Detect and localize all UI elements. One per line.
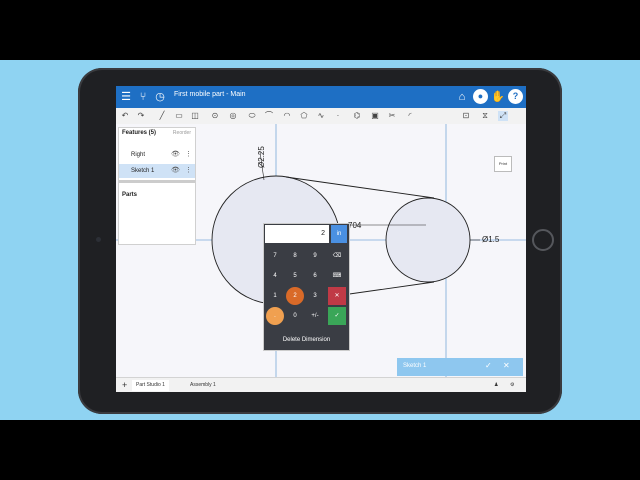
undo-icon[interactable]: ↶	[120, 111, 130, 121]
key-4[interactable]: 4	[266, 267, 284, 285]
left-diameter-label: Ø2.25	[257, 146, 266, 168]
backspace-icon[interactable]: ⌫	[328, 247, 346, 265]
dimension-input[interactable]: 2	[265, 225, 329, 243]
reorder-button[interactable]: Reorder	[173, 130, 191, 136]
more-options-icon[interactable]: ⋮	[185, 164, 192, 178]
history-icon[interactable]: ◷	[153, 90, 167, 104]
accept-sketch-icon[interactable]: ✓	[485, 361, 492, 370]
eye-icon[interactable]: 👁	[171, 164, 180, 178]
eye-icon[interactable]: 👁	[171, 148, 180, 162]
sketch-edit-bar: Sketch 1 ✓ ✕	[397, 358, 523, 376]
redo-icon[interactable]: ↷	[136, 111, 146, 121]
more-options-icon[interactable]: ⋮	[185, 148, 192, 162]
ellipse-icon[interactable]: ⬭	[247, 111, 257, 121]
expand-icon[interactable]: ⤢	[498, 111, 508, 121]
polygon-icon[interactable]: ⬠	[299, 111, 309, 121]
help-icon[interactable]: ?	[508, 89, 523, 104]
key-8[interactable]: 8	[286, 247, 304, 265]
fillet-icon[interactable]: ◜	[405, 111, 415, 121]
menu-icon[interactable]: ☰	[119, 90, 133, 104]
dimension-keypad: 2 in 7 8 9 ⌫ 4 5 6 ⌨ 1 2 3 ✕ . 0 +/- ✓ D…	[263, 223, 350, 351]
user-icon[interactable]: ♟	[490, 380, 502, 391]
center-rectangle-icon[interactable]: ◫	[190, 111, 200, 121]
decimal-key[interactable]: .	[266, 307, 284, 325]
sketch-name: Sketch 1	[403, 363, 427, 369]
sketch-toolbar: ↶ ↷ ╱ ▭ ◫ ⊙ ◎ ⬭ ⌒ ◠ ⬠ ∿ · ⌬ ▣ ✂ ◜ ⊡ ⧖ ⤢	[116, 108, 526, 125]
feature-item-label: Right	[131, 152, 146, 158]
close-sketch-icon[interactable]: ✕	[503, 361, 510, 370]
construction-icon[interactable]: ⌬	[352, 111, 362, 121]
parts-header: Parts	[122, 192, 138, 198]
cancel-icon[interactable]: ✕	[328, 287, 346, 305]
app-store-icon[interactable]: ●	[473, 89, 488, 104]
feature-item-sketch-1[interactable]: Sketch 1 👁 ⋮	[119, 164, 195, 178]
line-icon[interactable]: ╱	[157, 111, 167, 121]
key-9[interactable]: 9	[306, 247, 324, 265]
feature-item-right[interactable]: Right 👁 ⋮	[119, 148, 195, 162]
tablet-camera	[96, 237, 101, 242]
hand-icon[interactable]: ✋	[491, 90, 505, 104]
sign-toggle-key[interactable]: +/-	[306, 307, 324, 325]
small-circle	[385, 197, 471, 283]
unit-toggle[interactable]: in	[331, 225, 347, 243]
feature-item-label: Sketch 1	[131, 168, 155, 174]
bottom-tab-bar: + Part Studio 1 Assembly 1 ♟ ⚙	[116, 377, 526, 392]
use-icon[interactable]: ⊡	[461, 111, 471, 121]
home-icon[interactable]: ⌂	[455, 90, 469, 104]
point-icon[interactable]: ·	[333, 111, 343, 121]
offset-icon[interactable]: ▣	[370, 111, 380, 121]
mirror-icon[interactable]: ⧖	[480, 111, 490, 121]
app-screen: ☰ ⑂ ◷ First mobile part - Main ⌂ ● ✋ ? ↶…	[116, 86, 526, 392]
panel-divider[interactable]	[119, 180, 195, 183]
arc-icon[interactable]: ⌒	[264, 111, 274, 121]
right-diameter-label: Ø1.5	[482, 235, 500, 244]
settings-icon[interactable]: ⚙	[506, 380, 518, 391]
key-0[interactable]: 0	[286, 307, 304, 325]
branch-icon[interactable]: ⑂	[136, 90, 150, 104]
document-title[interactable]: First mobile part - Main	[174, 91, 246, 98]
distance-label: 704	[348, 221, 362, 230]
key-3[interactable]: 3	[306, 287, 324, 305]
print-button[interactable]: Print	[494, 156, 512, 172]
tab-part-studio-1[interactable]: Part Studio 1	[132, 380, 169, 391]
key-1[interactable]: 1	[266, 287, 284, 305]
tablet-home-button	[532, 229, 554, 251]
spline-icon[interactable]: ∿	[316, 111, 326, 121]
key-2[interactable]: 2	[286, 287, 304, 305]
add-tab-icon[interactable]: +	[118, 380, 131, 391]
three-point-circle-icon[interactable]: ◎	[228, 111, 238, 121]
tab-assembly-1[interactable]: Assembly 1	[186, 380, 220, 391]
tangent-arc-icon[interactable]: ◠	[282, 111, 292, 121]
key-6[interactable]: 6	[306, 267, 324, 285]
feature-list-panel: Features (5) Reorder Right 👁 ⋮ Sketch 1 …	[118, 127, 196, 245]
features-header: Features (5)	[122, 130, 157, 136]
trim-icon[interactable]: ✂	[387, 111, 397, 121]
circle-icon[interactable]: ⊙	[210, 111, 220, 121]
rectangle-icon[interactable]: ▭	[174, 111, 184, 121]
delete-dimension-button[interactable]: Delete Dimension	[264, 331, 349, 350]
key-5[interactable]: 5	[286, 267, 304, 285]
keyboard-icon[interactable]: ⌨	[328, 267, 346, 285]
confirm-icon[interactable]: ✓	[328, 307, 346, 325]
top-bar: ☰ ⑂ ◷ First mobile part - Main ⌂ ● ✋ ?	[116, 86, 526, 108]
key-7[interactable]: 7	[266, 247, 284, 265]
